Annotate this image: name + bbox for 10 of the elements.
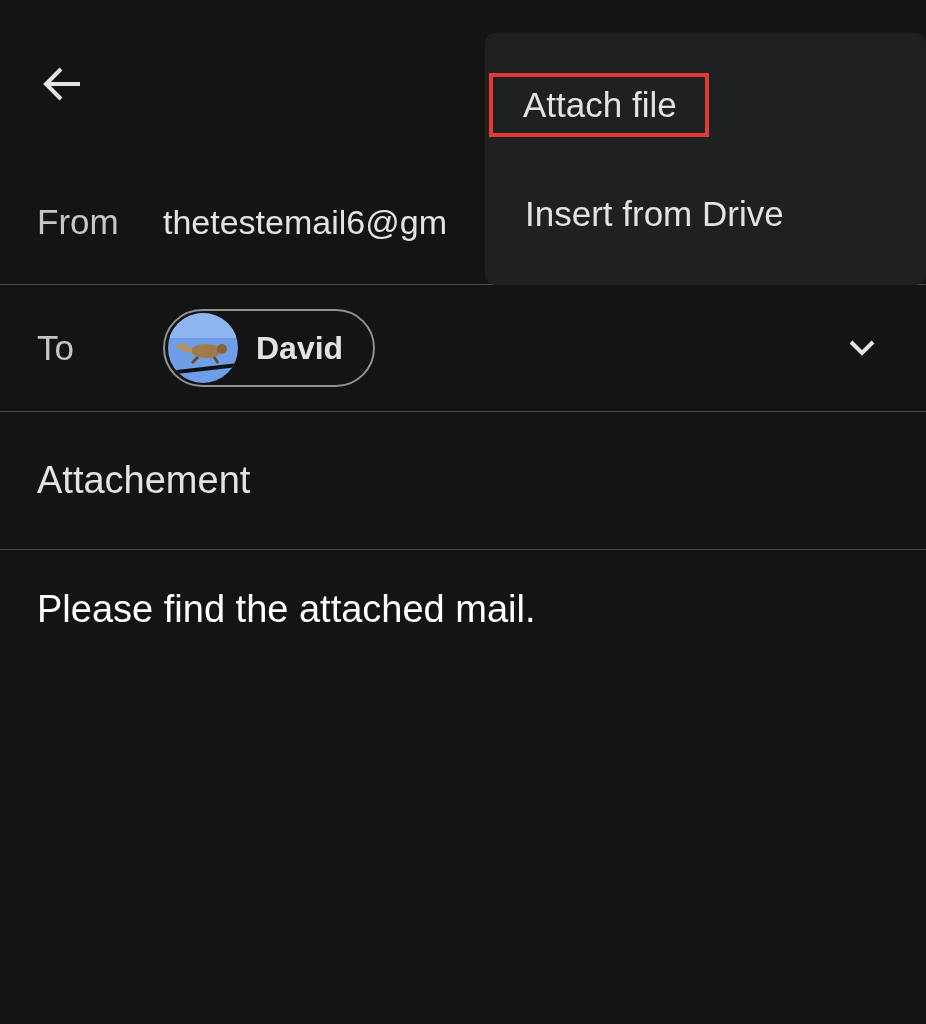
- to-label: To: [37, 328, 75, 368]
- menu-item[interactable]: Attach file: [489, 73, 709, 137]
- back-icon[interactable]: [42, 66, 82, 102]
- subject-field[interactable]: Attachement: [37, 459, 251, 502]
- body-text[interactable]: Please find the attached mail.: [37, 588, 536, 630]
- recipient-chip[interactable]: David: [163, 309, 376, 387]
- chevron-down-icon[interactable]: [848, 339, 876, 357]
- from-label: From: [37, 202, 120, 242]
- menu-item[interactable]: Insert from Drive: [517, 182, 816, 246]
- sender-address: thetestemail6@gm: [163, 202, 447, 242]
